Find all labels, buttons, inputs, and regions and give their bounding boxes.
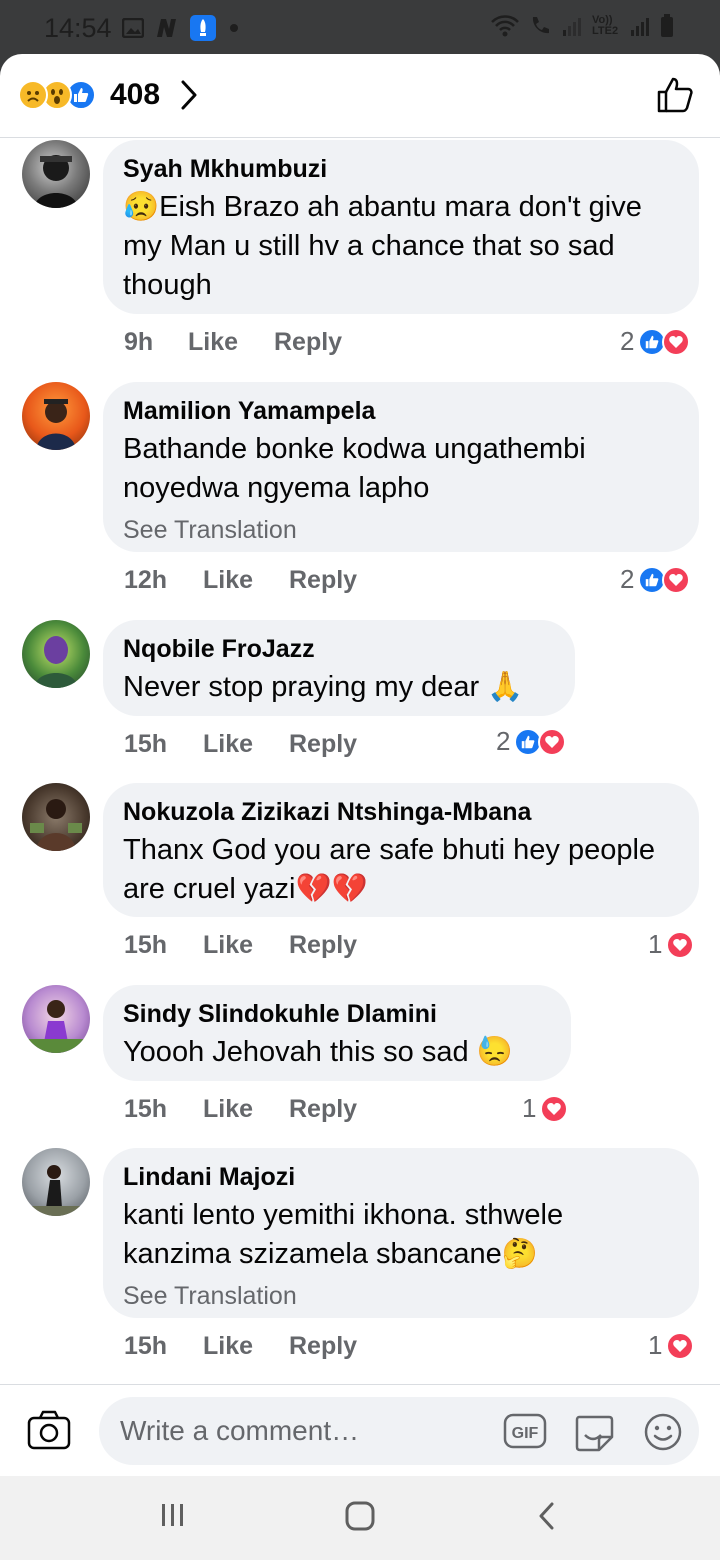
reaction-count: 2 bbox=[620, 326, 635, 356]
like-button[interactable]: Like bbox=[203, 566, 289, 595]
reaction-count: 2 bbox=[620, 564, 635, 594]
reaction-count: 1 bbox=[522, 1093, 537, 1123]
comment-reactions[interactable]: 1 bbox=[522, 1093, 569, 1124]
like-button[interactable]: Like bbox=[203, 730, 289, 759]
comment-reactions[interactable]: 2 bbox=[496, 726, 567, 757]
signal-icon bbox=[563, 18, 581, 36]
network-label: Vo)) LTE2 bbox=[592, 14, 619, 37]
comment-bubble[interactable]: Nokuzola Zizikazi Ntshinga-Mbana Thanx G… bbox=[103, 783, 699, 917]
notification-dot bbox=[230, 24, 238, 32]
comment-text: Thanx God you are safe bhuti hey people … bbox=[123, 834, 656, 905]
commenter-name[interactable]: Syah Mkhumbuzi bbox=[123, 154, 679, 184]
avatar[interactable] bbox=[22, 1148, 90, 1216]
comment-reactions[interactable]: 1 bbox=[648, 929, 695, 960]
comment-reactions[interactable]: 2 bbox=[620, 326, 691, 357]
comments-sheet: 408 Syah Mkhumbuzi 😥Eish Brazo ah abantu… bbox=[0, 54, 720, 1476]
gallery-icon bbox=[122, 18, 144, 38]
avatar[interactable] bbox=[22, 620, 90, 688]
comment-age: 15h bbox=[124, 730, 168, 758]
status-time: 14:54 bbox=[44, 13, 112, 43]
gif-icon[interactable]: GIF bbox=[503, 1413, 547, 1449]
call-icon bbox=[532, 17, 549, 34]
n-app-icon bbox=[157, 19, 176, 37]
reaction-summary[interactable] bbox=[18, 80, 96, 110]
love-reaction-icon bbox=[662, 327, 691, 356]
comment-text: Yoooh Jehovah this so sad 😓 bbox=[123, 1036, 513, 1068]
like-button[interactable]: Like bbox=[203, 931, 289, 960]
commenter-name[interactable]: Sindy Slindokuhle Dlamini bbox=[123, 999, 551, 1029]
love-reaction-icon bbox=[662, 565, 691, 594]
comment-bubble[interactable]: Nqobile FroJazz Never stop praying my de… bbox=[103, 620, 575, 716]
comment-composer: Write a comment… GIF bbox=[0, 1384, 720, 1476]
commenter-name[interactable]: Nokuzola Zizikazi Ntshinga-Mbana bbox=[123, 797, 679, 827]
reaction-count: 2 bbox=[496, 726, 511, 756]
reaction-count: 1 bbox=[648, 1330, 663, 1360]
comment-bubble[interactable]: Sindy Slindokuhle Dlamini Yoooh Jehovah … bbox=[103, 985, 571, 1081]
reaction-count: 1 bbox=[648, 929, 663, 959]
status-bar: 14:54 Vo)) LTE2 bbox=[0, 0, 720, 54]
gif-label: GIF bbox=[512, 1425, 539, 1442]
back-icon[interactable] bbox=[536, 1500, 558, 1532]
like-button[interactable]: Like bbox=[188, 328, 274, 357]
like-button[interactable]: Like bbox=[203, 1332, 289, 1361]
reply-button[interactable]: Reply bbox=[289, 730, 357, 759]
avatar[interactable] bbox=[22, 783, 90, 851]
battery-icon bbox=[661, 14, 673, 37]
sad-emoji-icon bbox=[18, 80, 48, 110]
reply-button[interactable]: Reply bbox=[289, 1095, 357, 1124]
love-reaction-icon bbox=[540, 1094, 569, 1123]
sticker-icon[interactable] bbox=[573, 1413, 615, 1453]
emoji-icon[interactable] bbox=[643, 1412, 683, 1452]
chevron-right-icon[interactable] bbox=[178, 78, 200, 112]
comment-text: 😥Eish Brazo ah abantu mara don't give my… bbox=[123, 191, 642, 301]
thumbs-up-outline-icon[interactable] bbox=[656, 76, 694, 114]
comment-age: 15h bbox=[124, 1332, 168, 1360]
commenter-name[interactable]: Mamilion Yamampela bbox=[123, 396, 679, 426]
love-reaction-icon bbox=[538, 727, 567, 756]
comment-reactions[interactable]: 1 bbox=[648, 1330, 695, 1361]
comment-age: 9h bbox=[124, 328, 154, 356]
recent-apps-icon[interactable] bbox=[158, 1500, 188, 1530]
reply-button[interactable]: Reply bbox=[289, 566, 357, 595]
comment-bubble[interactable]: Lindani Majozi kanti lento yemithi ikhon… bbox=[103, 1148, 699, 1318]
avatar[interactable] bbox=[22, 140, 90, 208]
love-reaction-icon bbox=[666, 930, 695, 959]
reply-button[interactable]: Reply bbox=[274, 328, 342, 357]
comment-input[interactable]: Write a comment… GIF bbox=[99, 1397, 699, 1465]
comment-age: 12h bbox=[124, 566, 168, 594]
reactions-header: 408 bbox=[0, 54, 720, 138]
like-button[interactable]: Like bbox=[203, 1095, 289, 1124]
reaction-count[interactable]: 408 bbox=[110, 78, 160, 112]
love-reaction-icon bbox=[666, 1331, 695, 1360]
comment-input-placeholder[interactable]: Write a comment… bbox=[120, 1415, 359, 1447]
comment-age: 15h bbox=[124, 1095, 168, 1123]
see-translation-link[interactable]: See Translation bbox=[123, 1280, 679, 1312]
signal-icon bbox=[631, 18, 649, 36]
reply-button[interactable]: Reply bbox=[289, 931, 357, 960]
avatar[interactable] bbox=[22, 985, 90, 1053]
see-translation-link[interactable]: See Translation bbox=[123, 514, 679, 546]
avatar[interactable] bbox=[22, 382, 90, 450]
comment-bubble[interactable]: Syah Mkhumbuzi 😥Eish Brazo ah abantu mar… bbox=[103, 140, 699, 314]
home-icon[interactable] bbox=[344, 1500, 376, 1532]
comment-text: kanti lento yemithi ikhona. sthwele kanz… bbox=[123, 1199, 564, 1270]
system-nav-bar bbox=[0, 1476, 720, 1560]
commenter-name[interactable]: Nqobile FroJazz bbox=[123, 634, 555, 664]
comment-text: Bathande bonke kodwa ungathembi noyedwa … bbox=[123, 433, 586, 504]
comment-bubble[interactable]: Mamilion Yamampela Bathande bonke kodwa … bbox=[103, 382, 699, 552]
reply-button[interactable]: Reply bbox=[289, 1332, 357, 1361]
camera-icon[interactable] bbox=[26, 1409, 72, 1451]
comment-text: Never stop praying my dear 🙏 bbox=[123, 671, 524, 703]
rocket-app-icon bbox=[190, 15, 216, 41]
commenter-name[interactable]: Lindani Majozi bbox=[123, 1162, 679, 1192]
comment-age: 15h bbox=[124, 931, 168, 959]
comment-reactions[interactable]: 2 bbox=[620, 564, 691, 595]
wifi-icon bbox=[491, 15, 519, 37]
